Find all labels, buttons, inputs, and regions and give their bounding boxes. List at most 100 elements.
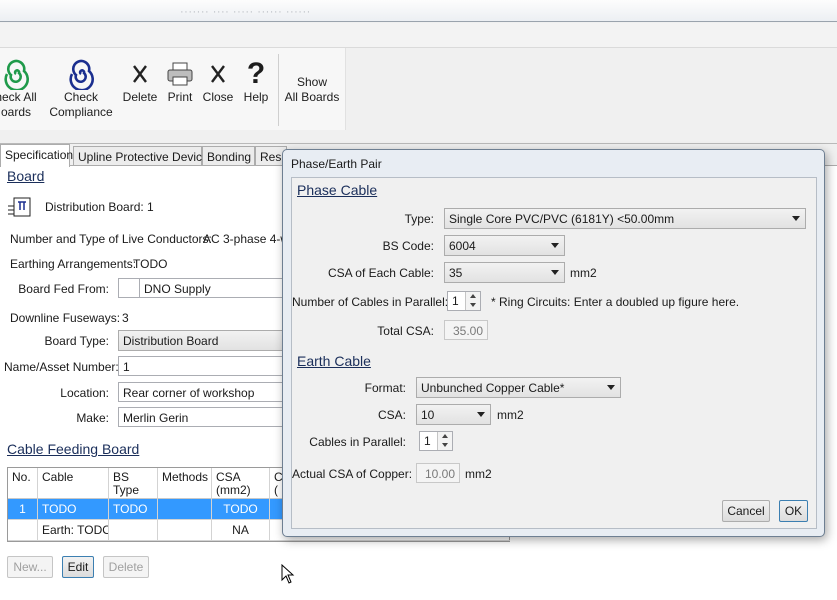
col-header-methods[interactable]: Methods [158,468,212,499]
ribbon: heck All oards Check Compliance Delete P… [0,48,346,130]
bs-code-select[interactable]: 6004 [444,235,565,256]
earth-cable-heading: Earth Cable [297,353,371,369]
window-title-faded: ······· ···· ····· ······ ······ [180,6,311,18]
spinner-arrows-icon[interactable] [437,432,452,450]
ring-circuits-note: * Ring Circuits: Enter a doubled up figu… [491,295,740,309]
window-titlebar: ······· ···· ····· ······ ······ [0,0,837,22]
earthing-label: Earthing Arrangements: [10,257,137,271]
table-row-2-no[interactable] [8,520,38,541]
check-all-boards-button[interactable]: heck All oards [0,58,46,120]
col-header-cable[interactable]: Cable [38,468,109,499]
table-row-2-methods[interactable] [158,520,212,541]
x-close-icon [211,65,225,83]
earth-csa-value: 10 [421,408,435,422]
show-all-boards-label: Show All Boards [284,75,340,104]
actual-csa-label: Actual CSA of Copper: [292,467,413,481]
make-label: Make: [76,411,109,425]
actual-csa-unit: mm2 [465,467,492,481]
new-cable-button[interactable]: New... [7,556,53,578]
delete-cable-button[interactable]: Delete [103,556,149,578]
earth-csa-select[interactable]: 10 [416,404,491,425]
distribution-board-icon [8,197,31,217]
help-button[interactable]: ? Help [239,58,273,105]
actual-csa-value: 10.00 [416,463,460,483]
table-row-1-bs-type[interactable]: TODO [109,499,158,520]
csa-each-select[interactable]: 35 [444,262,565,283]
menu-strip [0,23,837,48]
chevron-down-icon [551,270,559,275]
table-row-1-methods[interactable] [158,499,212,520]
col-header-no[interactable]: No. [8,468,38,499]
earth-format-select[interactable]: Unbunched Copper Cable* [416,377,621,398]
ok-button[interactable]: OK [779,500,808,522]
edit-cable-button[interactable]: Edit [62,556,94,578]
col-header-bs-type[interactable]: BS Type [109,468,158,499]
show-all-boards-button[interactable]: Show All Boards [282,75,342,105]
chevron-down-icon [792,216,800,221]
ribbon-bottom-strip [0,130,837,144]
phase-cable-heading: Phase Cable [297,182,378,198]
print-button[interactable]: Print [163,58,197,105]
chevron-down-icon [477,412,485,417]
mouse-cursor-icon [281,564,295,584]
phase-type-value: Single Core PVC/PVC (6181Y) <50.00mm [449,212,675,226]
dialog-body: Phase Cable Type: Single Core PVC/PVC (6… [291,177,817,529]
csa-each-unit: mm2 [570,266,597,280]
board-name: Distribution Board: 1 [45,200,154,214]
table-row-2-cable[interactable]: Earth: TODO [38,520,109,541]
x-delete-icon [133,65,147,83]
help-label: Help [243,90,269,104]
close-label: Close [202,90,234,104]
fed-from-label: Board Fed From: [18,282,109,296]
close-button[interactable]: Close [200,58,236,105]
phase-type-select[interactable]: Single Core PVC/PVC (6181Y) <50.00mm [444,208,806,229]
asset-number-field[interactable]: 1 [118,356,289,376]
parallel-value: 1 [452,294,459,308]
table-row-2-csa[interactable]: NA [212,520,270,541]
total-csa-label: Total CSA: [377,324,434,338]
phase-earth-pair-dialog: Phase/Earth Pair Phase Cable Type: Singl… [282,149,825,537]
parallel-spinner[interactable]: 1 [447,291,481,311]
table-row-2-bs-type[interactable] [109,520,158,541]
check-compliance-button[interactable]: Check Compliance [48,58,114,120]
tab-upline-protective-device[interactable]: Upline Protective Device [73,146,209,166]
ribbon-separator [278,54,279,126]
cables-in-parallel-value: 1 [424,434,431,448]
table-row-1-no[interactable]: 1 [8,499,38,520]
location-field[interactable]: Rear corner of workshop [118,382,289,402]
cable-feeding-heading: Cable Feeding Board [7,441,140,457]
tab-specification[interactable]: Specification [0,144,73,167]
delete-label: Delete [122,90,158,104]
tab-bonding[interactable]: Bonding [202,146,255,166]
spinner-arrows-icon[interactable] [465,292,480,310]
fed-from-picker[interactable] [118,278,140,298]
table-row-1-cable[interactable]: TODO [38,499,109,520]
board-type-label: Board Type: [44,334,110,348]
delete-button[interactable]: Delete [120,58,160,105]
chevron-down-icon [551,243,559,248]
downline-label: Downline Fuseways: [10,311,121,325]
table-row-1-csa[interactable]: TODO [212,499,270,520]
cancel-button[interactable]: Cancel [722,500,770,522]
chevron-down-icon [607,385,615,390]
earth-csa-unit: mm2 [497,408,524,422]
bs-code-label: BS Code: [382,239,434,253]
spiral-green-icon [4,59,29,90]
cables-in-parallel-spinner[interactable]: 1 [419,431,453,451]
question-mark-icon: ? [246,57,266,90]
earthing-value: TODO [133,257,168,271]
format-label: Format: [364,381,406,395]
location-label: Location: [60,386,109,400]
parallel-label: Number of Cables in Parallel: [292,295,449,309]
board-type-select[interactable]: Distribution Board [118,330,289,351]
live-conductors-label: Number and Type of Live Conductors: [10,232,212,246]
print-label: Print [167,90,193,104]
dialog-title: Phase/Earth Pair [291,157,382,171]
fed-from-field[interactable]: DNO Supply [139,278,289,298]
make-field[interactable]: Merlin Gerin [118,407,289,427]
col-header-csa[interactable]: CSA (mm2) [212,468,270,499]
downline-value: 3 [122,311,129,325]
earth-csa-label: CSA: [377,408,406,422]
phase-type-label: Type: [404,212,434,226]
csa-each-label: CSA of Each Cable: [327,266,434,280]
